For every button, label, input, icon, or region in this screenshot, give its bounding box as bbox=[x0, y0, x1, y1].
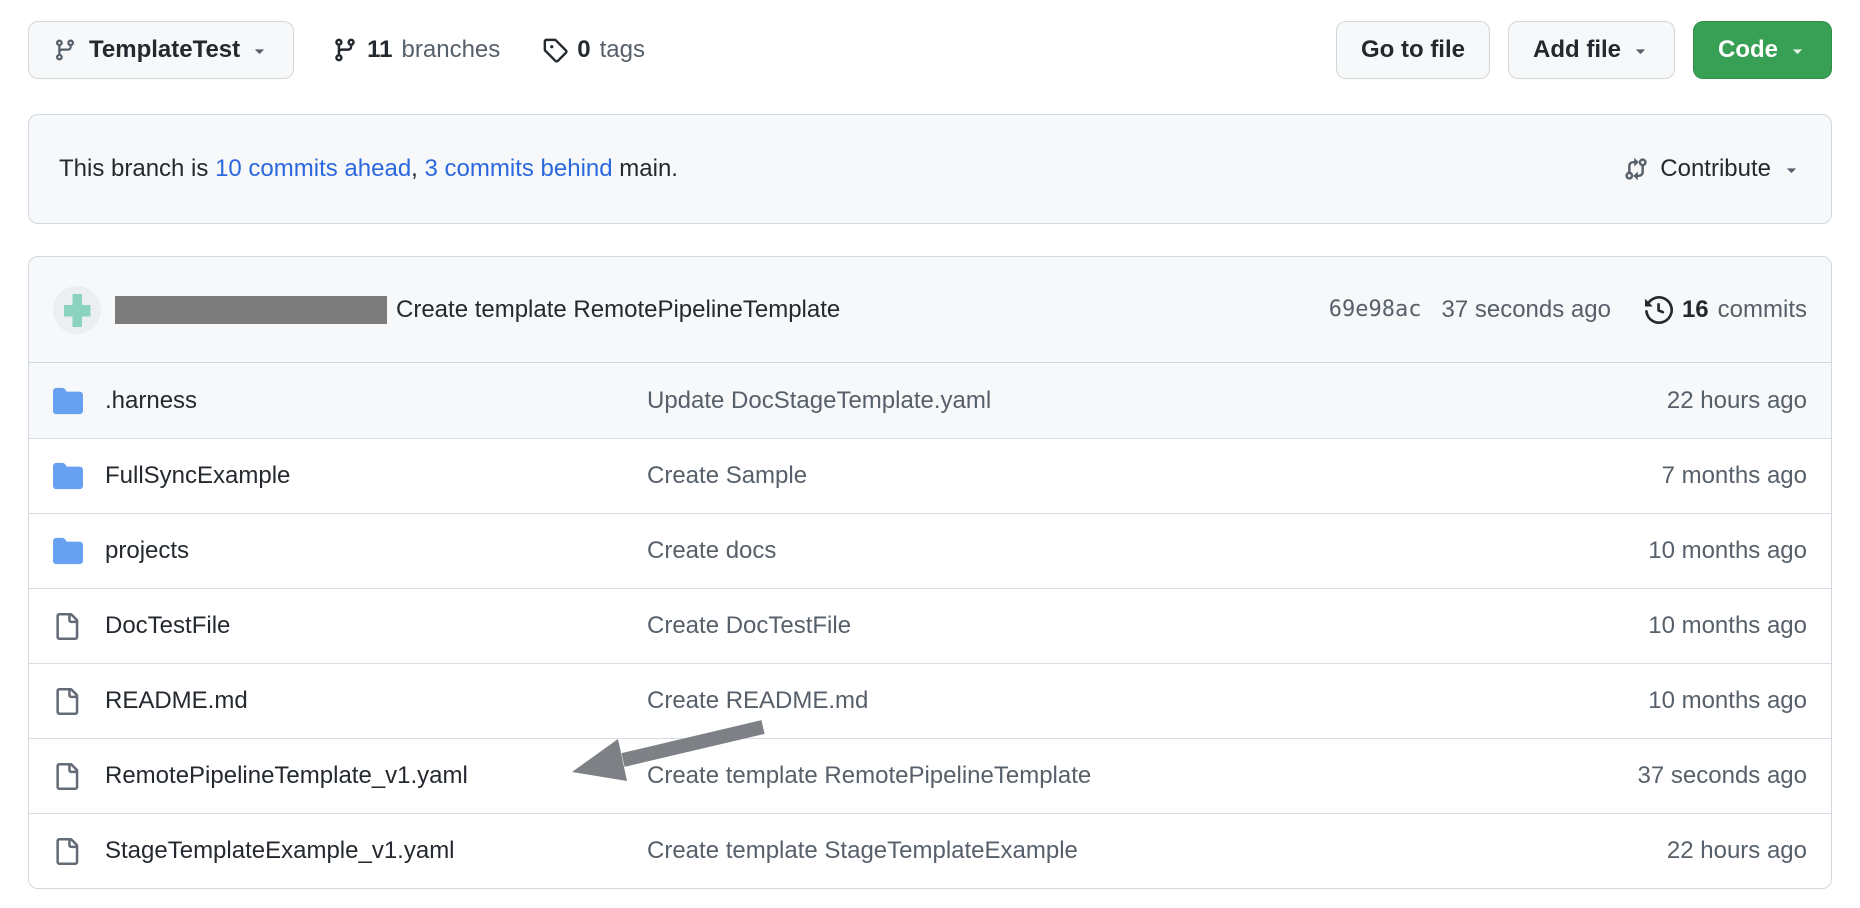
branch-status-text: This branch is 10 commits ahead, 3 commi… bbox=[59, 155, 678, 183]
file-row: StageTemplateExample_v1.yaml Create templ… bbox=[29, 813, 1831, 888]
file-name-link[interactable]: projects bbox=[105, 537, 189, 564]
git-compare-icon bbox=[1623, 156, 1649, 182]
author-avatar[interactable] bbox=[53, 286, 101, 334]
folder-icon bbox=[53, 536, 105, 566]
commits-ahead-link[interactable]: 10 commits ahead bbox=[215, 155, 411, 182]
git-branch-icon bbox=[332, 37, 358, 63]
branch-selector-button[interactable]: TemplateTest bbox=[28, 21, 294, 79]
file-row: RemotePipelineTemplate_v1.yaml Create tem… bbox=[29, 738, 1831, 813]
file-updated-time: 10 months ago bbox=[1557, 687, 1807, 715]
chevron-down-icon bbox=[1788, 41, 1807, 60]
file-name-link[interactable]: .harness bbox=[105, 387, 197, 414]
go-to-file-button[interactable]: Go to file bbox=[1336, 21, 1490, 79]
file-name-link[interactable]: RemotePipelineTemplate_v1.yaml bbox=[105, 762, 468, 789]
branches-label: branches bbox=[402, 36, 501, 64]
chevron-down-icon bbox=[250, 41, 269, 60]
file-updated-time: 22 hours ago bbox=[1557, 837, 1807, 865]
tag-icon bbox=[542, 37, 568, 63]
latest-commit-message-link[interactable]: Create template RemotePipelineTemplate bbox=[396, 296, 840, 324]
commit-message-link[interactable]: Create template StageTemplateExample bbox=[647, 837, 1078, 864]
contribute-button[interactable]: Contribute bbox=[1623, 155, 1801, 183]
go-to-file-label: Go to file bbox=[1361, 36, 1465, 64]
branch-status-banner: This branch is 10 commits ahead, 3 commi… bbox=[28, 114, 1832, 224]
branch-status-prefix: This branch is bbox=[59, 155, 215, 182]
file-name-link[interactable]: README.md bbox=[105, 687, 248, 714]
file-icon bbox=[53, 838, 105, 865]
commit-hash-link[interactable]: 69e98ac bbox=[1329, 297, 1422, 322]
git-branch-icon bbox=[53, 38, 77, 62]
commit-message-link[interactable]: Create README.md bbox=[647, 687, 868, 714]
author-name-redaction bbox=[115, 296, 387, 324]
file-row: README.md Create README.md 10 months ago bbox=[29, 663, 1831, 738]
file-icon bbox=[53, 688, 105, 715]
add-file-label: Add file bbox=[1533, 36, 1621, 64]
commit-message-link[interactable]: Create DocTestFile bbox=[647, 612, 851, 639]
add-file-button[interactable]: Add file bbox=[1508, 21, 1675, 79]
avatar-plus-glyph bbox=[53, 286, 101, 334]
commit-message-link[interactable]: Create docs bbox=[647, 537, 776, 564]
repo-toolbar: TemplateTest 11 branches 0 tags Go to fi… bbox=[28, 20, 1832, 80]
commit-message-link[interactable]: Create Sample bbox=[647, 462, 807, 489]
file-updated-time: 10 months ago bbox=[1557, 612, 1807, 640]
repo-counts: 11 branches 0 tags bbox=[332, 36, 645, 64]
latest-commit-header: Create template RemotePipelineTemplate 6… bbox=[29, 257, 1831, 363]
repo-actions: Go to file Add file Code bbox=[1336, 21, 1832, 79]
commit-history-link[interactable]: 16 commits bbox=[1645, 296, 1807, 324]
code-label: Code bbox=[1718, 36, 1778, 64]
folder-icon bbox=[53, 386, 105, 416]
folder-icon bbox=[53, 461, 105, 491]
code-button[interactable]: Code bbox=[1693, 21, 1832, 79]
file-row: projects Create docs 10 months ago bbox=[29, 513, 1831, 588]
branch-status-suffix: main. bbox=[613, 155, 678, 182]
branches-count: 11 bbox=[367, 36, 392, 64]
branch-status-separator: , bbox=[411, 155, 424, 182]
file-row: .harness Update DocStageTemplate.yaml 22 h… bbox=[29, 363, 1831, 438]
file-updated-time: 7 months ago bbox=[1557, 462, 1807, 490]
repo-page: TemplateTest 11 branches 0 tags Go to fi… bbox=[0, 0, 1860, 908]
file-listing-box: Create template RemotePipelineTemplate 6… bbox=[28, 256, 1832, 889]
tags-label: tags bbox=[600, 36, 645, 64]
file-icon bbox=[53, 763, 105, 790]
file-updated-time: 37 seconds ago bbox=[1557, 762, 1807, 790]
file-icon bbox=[53, 613, 105, 640]
tags-count: 0 bbox=[577, 36, 590, 64]
file-row: FullSyncExample Create Sample 7 months ago bbox=[29, 438, 1831, 513]
file-updated-time: 10 months ago bbox=[1557, 537, 1807, 565]
commits-behind-link[interactable]: 3 commits behind bbox=[425, 155, 613, 182]
file-list: .harness Update DocStageTemplate.yaml 22 h… bbox=[29, 363, 1831, 888]
chevron-down-icon bbox=[1631, 41, 1650, 60]
current-branch-label: TemplateTest bbox=[89, 36, 240, 64]
commit-message-link[interactable]: Update DocStageTemplate.yaml bbox=[647, 387, 991, 414]
file-updated-time: 22 hours ago bbox=[1557, 387, 1807, 415]
commit-message-link[interactable]: Create template RemotePipelineTemplate bbox=[647, 762, 1091, 789]
history-clock-icon bbox=[1645, 296, 1673, 324]
chevron-down-icon bbox=[1782, 160, 1801, 179]
tags-link[interactable]: 0 tags bbox=[542, 36, 645, 64]
contribute-label: Contribute bbox=[1660, 155, 1771, 183]
file-name-link[interactable]: StageTemplateExample_v1.yaml bbox=[105, 837, 455, 864]
file-name-link[interactable]: FullSyncExample bbox=[105, 462, 290, 489]
commit-count-number: 16 bbox=[1682, 296, 1709, 324]
file-name-link[interactable]: DocTestFile bbox=[105, 612, 230, 639]
commit-count-label: commits bbox=[1718, 296, 1807, 324]
commit-time: 37 seconds ago bbox=[1441, 296, 1610, 324]
branches-link[interactable]: 11 branches bbox=[332, 36, 500, 64]
file-row: DocTestFile Create DocTestFile 10 months a… bbox=[29, 588, 1831, 663]
